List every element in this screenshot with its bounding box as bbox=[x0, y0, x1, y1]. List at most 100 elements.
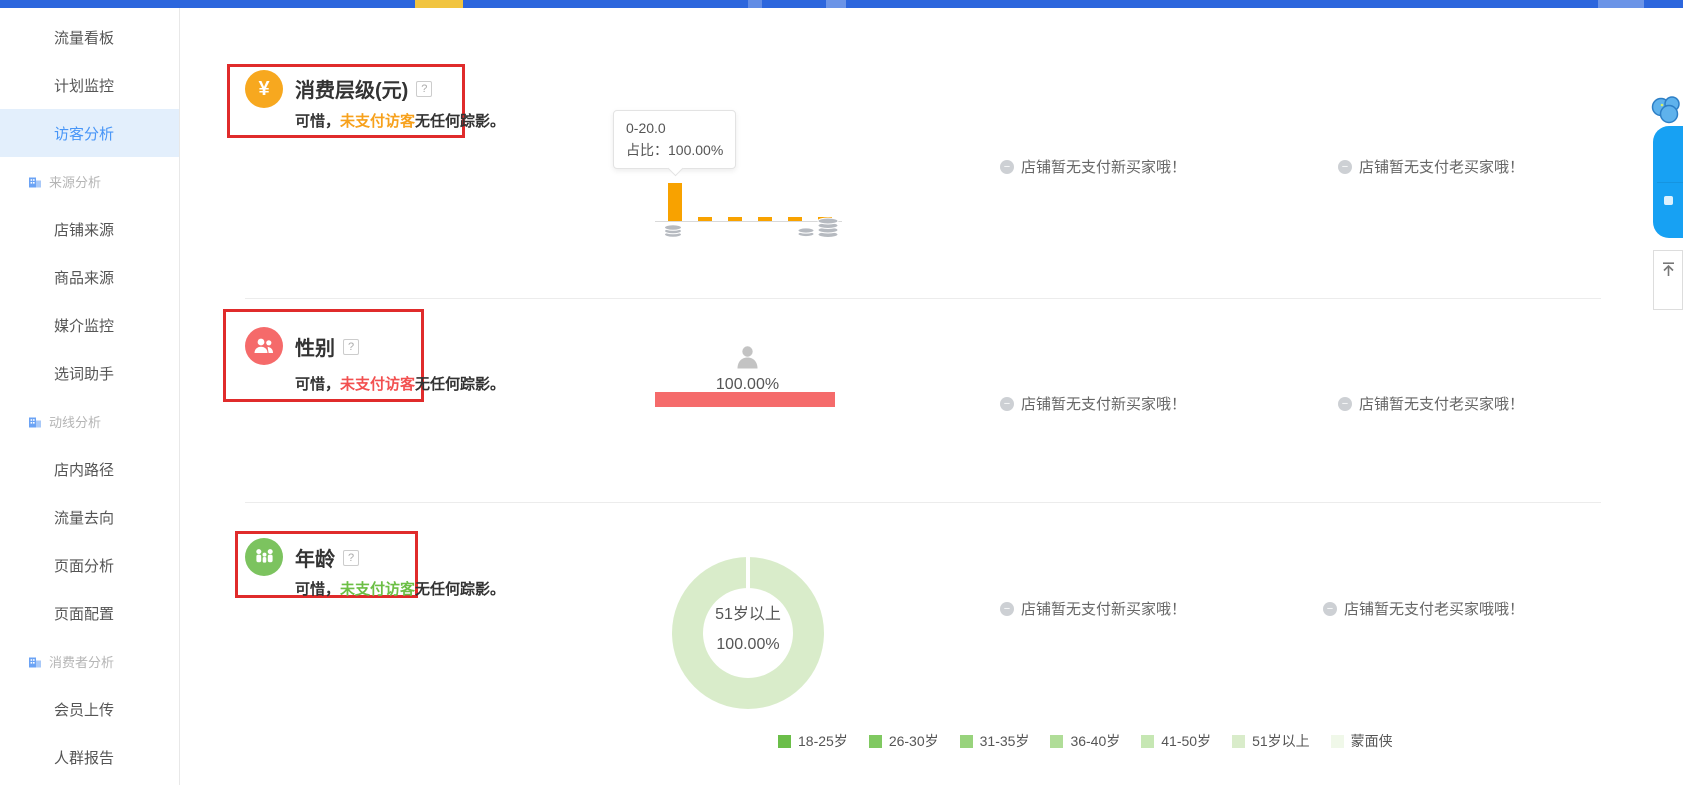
building-icon bbox=[28, 175, 42, 188]
donut-center-label: 51岁以上 100.00% bbox=[673, 607, 823, 653]
legend-item[interactable]: 31-35岁 bbox=[960, 731, 1030, 751]
section-divider bbox=[245, 502, 1601, 503]
sidebar-section: 来源分析 bbox=[0, 157, 179, 205]
legend-label: 蒙面侠 bbox=[1351, 731, 1393, 751]
legend-item[interactable]: 41-50岁 bbox=[1141, 731, 1211, 751]
legend-swatch bbox=[778, 735, 791, 748]
chart-tooltip: 0-20.0 占比：100.00% bbox=[613, 110, 736, 169]
topbar-accent bbox=[415, 0, 463, 8]
sidebar-item-label: 流量去向 bbox=[54, 507, 114, 528]
sidebar-item[interactable]: 媒介监控 bbox=[0, 301, 179, 349]
bar[interactable] bbox=[668, 183, 682, 221]
help-icon[interactable]: ? bbox=[416, 81, 432, 97]
mascot-icon[interactable] bbox=[1647, 93, 1683, 130]
gender-note: 可惜，未支付访客无任何踪影。 bbox=[295, 373, 505, 394]
gender-title-text: 性别 bbox=[295, 332, 335, 361]
panel-glyph bbox=[1664, 196, 1673, 205]
donut-category: 51岁以上 bbox=[673, 607, 823, 623]
note-suffix: 无任何踪影。 bbox=[415, 113, 505, 130]
back-to-top-icon bbox=[1660, 261, 1677, 309]
legend-label: 36-40岁 bbox=[1070, 731, 1120, 751]
minus-icon: − bbox=[1323, 602, 1337, 616]
sidebar-item-label: 选词助手 bbox=[54, 363, 114, 384]
sidebar-item-label: 人群报告 bbox=[54, 747, 114, 768]
sidebar-item[interactable]: 店内路径 bbox=[0, 445, 179, 493]
message-text: 店铺暂无支付新买家哦！ bbox=[1021, 393, 1186, 414]
sidebar: 流量看板计划监控访客分析来源分析店铺来源商品来源媒介监控选词助手动线分析店内路径… bbox=[0, 8, 180, 785]
sidebar-section: 消费者分析 bbox=[0, 637, 179, 685]
browser-top-strip bbox=[0, 0, 1683, 8]
sidebar-item-label: 媒介监控 bbox=[54, 315, 114, 336]
no-old-buyers-message: − 店铺暂无支付老买家哦哦！ bbox=[1323, 598, 1524, 619]
panel-divider bbox=[1657, 182, 1683, 183]
consumption-title-text: 消费层级(元) bbox=[295, 74, 408, 103]
legend-item[interactable]: 26-30岁 bbox=[869, 731, 939, 751]
sidebar-item[interactable]: 页面分析 bbox=[0, 541, 179, 589]
person-icon bbox=[734, 344, 761, 378]
feedback-panel[interactable] bbox=[1653, 126, 1683, 238]
family-icon bbox=[245, 538, 283, 576]
donut-gap bbox=[746, 557, 750, 589]
coins-stack-icon bbox=[796, 210, 840, 243]
sidebar-item[interactable]: 流量看板 bbox=[0, 13, 179, 61]
donut-value: 100.00% bbox=[673, 637, 823, 653]
legend-item[interactable]: 蒙面侠 bbox=[1331, 731, 1393, 751]
message-text: 店铺暂无支付老买家哦！ bbox=[1359, 393, 1524, 414]
legend-swatch bbox=[1141, 735, 1154, 748]
note-prefix: 可惜， bbox=[295, 581, 340, 598]
legend-swatch bbox=[1232, 735, 1245, 748]
gender-icon bbox=[245, 327, 283, 365]
yen-glyph: ¥ bbox=[258, 78, 269, 101]
note-prefix: 可惜， bbox=[295, 113, 340, 130]
legend-item[interactable]: 18-25岁 bbox=[778, 731, 848, 751]
sidebar-item-label: 商品来源 bbox=[54, 267, 114, 288]
note-highlight: 未支付访客 bbox=[340, 376, 415, 393]
consumption-note: 可惜，未支付访客无任何踪影。 bbox=[295, 110, 505, 131]
sidebar-menu: 流量看板计划监控访客分析来源分析店铺来源商品来源媒介监控选词助手动线分析店内路径… bbox=[0, 8, 179, 781]
sidebar-item-label: 店铺来源 bbox=[54, 219, 114, 240]
yen-icon: ¥ bbox=[245, 70, 283, 108]
sidebar-item-label: 消费者分析 bbox=[49, 652, 114, 671]
note-highlight: 未支付访客 bbox=[340, 113, 415, 130]
back-to-top-button[interactable] bbox=[1653, 250, 1683, 310]
legend-label: 26-30岁 bbox=[889, 731, 939, 751]
legend-item[interactable]: 51岁以上 bbox=[1232, 731, 1310, 751]
sidebar-item[interactable]: 选词助手 bbox=[0, 349, 179, 397]
sidebar-item[interactable]: 访客分析 bbox=[0, 109, 179, 157]
tooltip-value: 占比：100.00% bbox=[626, 140, 723, 162]
sidebar-item[interactable]: 会员上传 bbox=[0, 685, 179, 733]
minus-icon: − bbox=[1000, 160, 1014, 174]
message-text: 店铺暂无支付新买家哦！ bbox=[1021, 156, 1186, 177]
note-suffix: 无任何踪影。 bbox=[415, 581, 505, 598]
sidebar-item-label: 动线分析 bbox=[49, 412, 101, 431]
gender-bar[interactable] bbox=[655, 392, 835, 407]
section-divider bbox=[245, 298, 1601, 299]
no-new-buyers-message: − 店铺暂无支付新买家哦！ bbox=[1000, 598, 1186, 619]
no-old-buyers-message: − 店铺暂无支付老买家哦！ bbox=[1338, 156, 1524, 177]
legend-label: 31-35岁 bbox=[980, 731, 1030, 751]
tooltip-category: 0-20.0 bbox=[626, 118, 723, 140]
sidebar-item-label: 流量看板 bbox=[54, 27, 114, 48]
sidebar-item[interactable]: 计划监控 bbox=[0, 61, 179, 109]
legend-label: 51岁以上 bbox=[1252, 731, 1310, 751]
sidebar-section: 动线分析 bbox=[0, 397, 179, 445]
no-new-buyers-message: − 店铺暂无支付新买家哦！ bbox=[1000, 156, 1186, 177]
sidebar-item[interactable]: 商品来源 bbox=[0, 253, 179, 301]
minus-icon: − bbox=[1338, 397, 1352, 411]
sidebar-item[interactable]: 人群报告 bbox=[0, 733, 179, 781]
help-icon[interactable]: ? bbox=[343, 339, 359, 355]
sidebar-item[interactable]: 店铺来源 bbox=[0, 205, 179, 253]
message-text: 店铺暂无支付新买家哦！ bbox=[1021, 598, 1186, 619]
no-new-buyers-message: − 店铺暂无支付新买家哦！ bbox=[1000, 393, 1186, 414]
legend-swatch bbox=[1331, 735, 1344, 748]
topbar-highlight bbox=[748, 0, 762, 8]
sidebar-item[interactable]: 页面配置 bbox=[0, 589, 179, 637]
message-text: 店铺暂无支付老买家哦哦！ bbox=[1344, 598, 1524, 619]
sidebar-item[interactable]: 流量去向 bbox=[0, 493, 179, 541]
help-icon[interactable]: ? bbox=[343, 550, 359, 566]
gender-title: 性别 ? bbox=[295, 332, 359, 361]
legend-item[interactable]: 36-40岁 bbox=[1050, 731, 1120, 751]
sidebar-item-label: 页面分析 bbox=[54, 555, 114, 576]
note-suffix: 无任何踪影。 bbox=[415, 376, 505, 393]
age-note: 可惜，未支付访客无任何踪影。 bbox=[295, 578, 505, 599]
